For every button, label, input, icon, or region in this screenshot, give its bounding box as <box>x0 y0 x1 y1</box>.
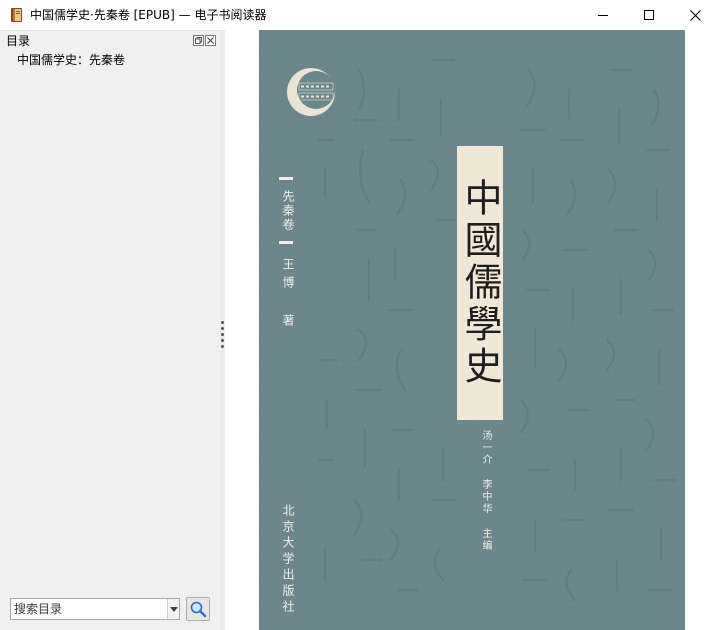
search-history-dropdown[interactable] <box>167 599 179 619</box>
fund-logo <box>285 66 337 118</box>
close-icon <box>689 9 701 21</box>
float-window-icon <box>195 37 202 44</box>
app-window: 中国儒学史·先秦卷 [EPUB] — 电子书阅读器 目录 中国儒学史：先秦卷 搜… <box>0 0 718 630</box>
splitter-grip-dot <box>221 321 224 324</box>
cover-author: 王博 著 <box>281 258 295 332</box>
toc-search-input[interactable] <box>11 599 167 619</box>
book-icon <box>9 7 25 23</box>
chevron-down-icon <box>169 606 178 612</box>
close-button[interactable] <box>672 0 718 30</box>
cover-editors: 汤一介 李中华 主编 <box>480 430 491 552</box>
book-cover-image: 中國儒學史 先秦卷 王博 著 汤一介 李中华 主编 北京大学出版社 <box>259 30 685 630</box>
window-title: 中国儒学史·先秦卷 [EPUB] — 电子书阅读器 <box>30 8 267 22</box>
maximize-button[interactable] <box>626 0 672 30</box>
cover-main-title: 中國儒學史 <box>458 178 502 388</box>
title-bar[interactable]: 中国儒学史·先秦卷 [EPUB] — 电子书阅读器 <box>0 0 718 30</box>
toc-item-label: 中国儒学史：先秦卷 <box>17 53 126 67</box>
splitter-grip-dot <box>221 339 224 342</box>
dock-close-button[interactable] <box>205 35 216 46</box>
close-icon <box>207 37 214 44</box>
magnifier-icon <box>190 601 207 618</box>
cover-divider <box>279 241 293 244</box>
toc-search-combobox[interactable] <box>10 598 180 620</box>
book-viewer[interactable]: 中國儒學史 先秦卷 王博 著 汤一介 李中华 主编 北京大学出版社 <box>225 30 718 630</box>
splitter-grip-dot <box>221 333 224 336</box>
toc-panel: 目录 中国儒学史：先秦卷 <box>0 30 220 630</box>
minimize-icon <box>598 15 608 16</box>
toc-list: 中国儒学史：先秦卷 <box>0 51 220 69</box>
dock-float-button[interactable] <box>193 35 204 46</box>
cover-volume: 先秦卷 <box>281 190 295 232</box>
cover-title-band: 中國儒學史 <box>457 146 503 420</box>
minimize-button[interactable] <box>580 0 626 30</box>
cover-publisher: 北京大学出版社 <box>281 504 295 616</box>
toc-item[interactable]: 中国儒学史：先秦卷 <box>0 51 220 69</box>
splitter-grip-dot <box>221 345 224 348</box>
toc-panel-title: 目录 <box>6 34 31 48</box>
cover-divider <box>279 177 293 180</box>
toc-search-button[interactable] <box>186 597 210 621</box>
splitter-grip-dot <box>221 327 224 330</box>
maximize-icon <box>644 10 654 20</box>
